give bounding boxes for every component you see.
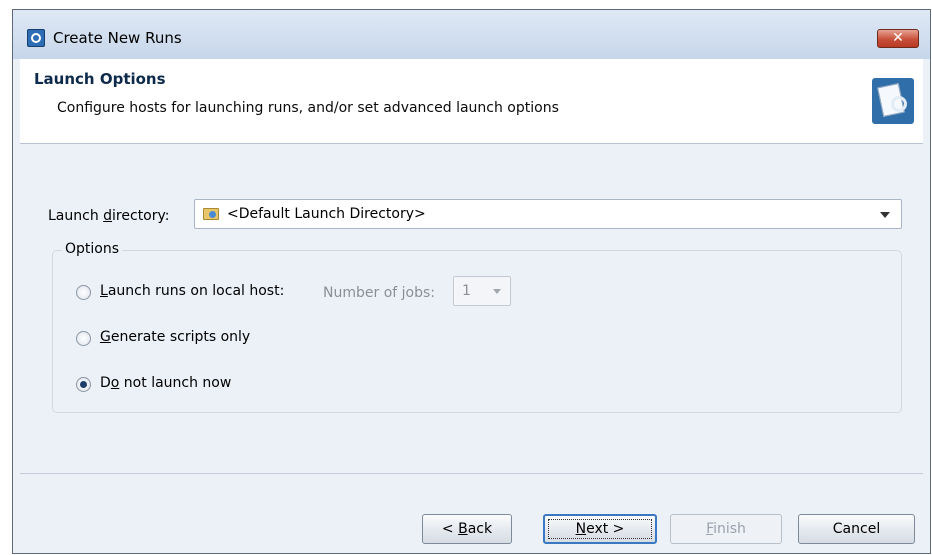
app-icon [27,29,45,47]
radio-generate-scripts-only[interactable] [76,331,91,346]
number-of-jobs-dropdown[interactable]: 1 [453,276,511,306]
page-subtitle: Configure hosts for launching runs, and/… [57,100,559,116]
wizard-content: Launch directory: <Default Launch Direct… [20,144,923,472]
page-title: Launch Options [34,70,166,88]
radio-launch-local-host[interactable] [76,285,91,300]
create-new-runs-dialog: Create New Runs ✕ Launch Options Configu… [12,9,931,554]
wizard-banner-icon [872,78,914,124]
folder-icon [203,208,219,220]
chevron-down-icon [880,212,890,218]
launch-directory-value: <Default Launch Directory> [227,206,426,222]
options-legend: Options [62,241,123,257]
button-bar: < Back Next > Finish Cancel [20,473,923,553]
launch-directory-dropdown[interactable]: <Default Launch Directory> [194,199,902,229]
chevron-down-icon [493,289,501,294]
next-button[interactable]: Next > [543,514,657,544]
cancel-button[interactable]: Cancel [798,514,915,544]
wizard-header: Launch Options Configure hosts for launc… [20,59,923,144]
launch-directory-label: Launch directory: [48,208,170,224]
do-not-launch-now-label[interactable]: Do not launch now [100,375,231,391]
number-of-jobs-value: 1 [462,283,471,299]
finish-button[interactable]: Finish [670,514,782,544]
back-button[interactable]: < Back [422,514,512,544]
window-title: Create New Runs [53,29,182,47]
close-icon: ✕ [892,30,904,46]
number-of-jobs-label: Number of jobs: [323,285,435,301]
close-button[interactable]: ✕ [877,29,919,48]
title-bar[interactable]: Create New Runs ✕ [13,10,930,59]
radio-do-not-launch-now[interactable] [76,377,91,392]
generate-scripts-only-label[interactable]: Generate scripts only [100,329,250,345]
launch-local-host-label[interactable]: Launch runs on local host: [100,283,284,299]
